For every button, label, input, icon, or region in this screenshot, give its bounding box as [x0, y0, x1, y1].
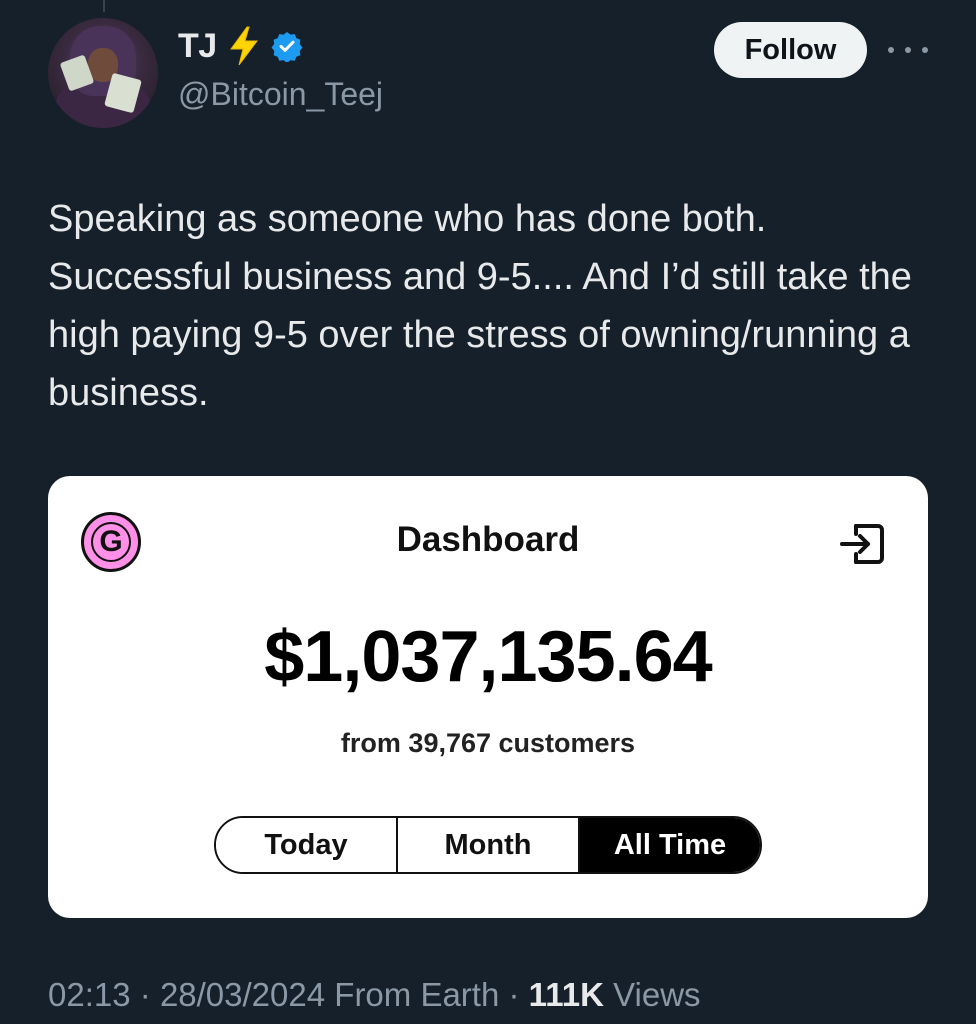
- author-handle[interactable]: @Bitcoin_Teej: [178, 76, 383, 113]
- author-name-row: TJ: [178, 26, 303, 66]
- avatar[interactable]: [48, 18, 158, 128]
- views-label: Views: [613, 976, 701, 1013]
- tweet-text: Speaking as someone who has done both. S…: [48, 198, 912, 414]
- tab-all-time: All Time: [580, 818, 760, 872]
- more-options-icon[interactable]: [888, 42, 928, 58]
- time-range-tabs: Today Month All Time: [214, 816, 762, 874]
- logout-icon: [840, 524, 884, 564]
- thread-connector-line: [103, 0, 105, 12]
- tab-month: Month: [398, 818, 580, 872]
- verified-badge-icon[interactable]: [271, 30, 303, 62]
- tweet-page: TJ @Bitcoin_Teej Follow Speaking as some…: [0, 0, 976, 1024]
- follow-button[interactable]: Follow: [714, 22, 867, 78]
- tweet-source: From Earth: [334, 976, 500, 1013]
- tweet-date[interactable]: 28/03/2024: [160, 976, 325, 1013]
- tab-today: Today: [216, 818, 398, 872]
- separator-dot: ·: [508, 976, 529, 1013]
- views-count: 111K: [528, 976, 604, 1013]
- tweet-time[interactable]: 02:13: [48, 976, 131, 1013]
- separator-dot: ·: [139, 976, 160, 1013]
- author-display-name[interactable]: TJ: [178, 27, 217, 66]
- tweet-metadata: 02:13 · 28/03/2024 From Earth · 111K Vie…: [48, 976, 701, 1014]
- total-revenue-amount: $1,037,135.64: [264, 617, 712, 697]
- media-attachment[interactable]: G Dashboard $1,037,135.64 from 39,767 cu…: [48, 476, 928, 918]
- lightning-bolt-icon: [227, 26, 261, 66]
- dashboard-title: Dashboard: [396, 520, 580, 559]
- customer-count-text: from 39,767 customers: [340, 728, 636, 758]
